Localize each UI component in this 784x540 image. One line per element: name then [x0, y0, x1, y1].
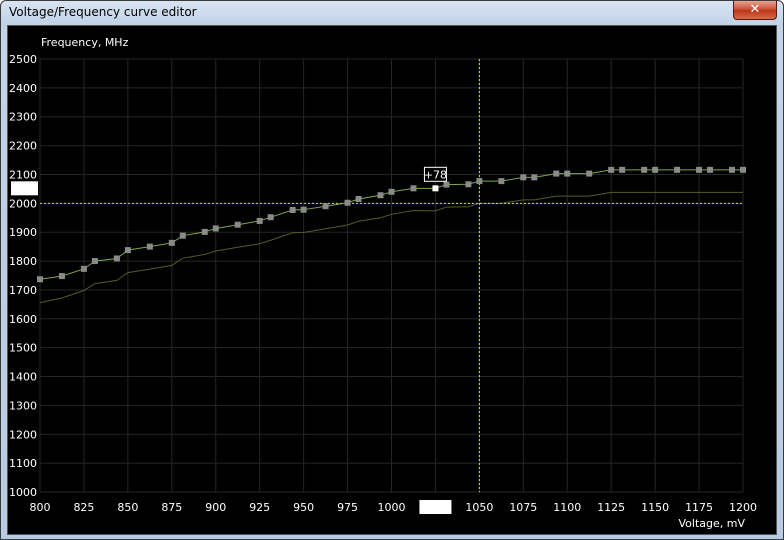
offset-label: +78 [424, 168, 447, 181]
y-tick-label: 2100 [9, 168, 37, 181]
curve-point[interactable] [234, 221, 241, 228]
close-icon: ✕ [749, 2, 761, 17]
x-tick-label: 1200 [729, 501, 757, 514]
curve-point[interactable] [201, 228, 208, 235]
curve-point[interactable] [696, 166, 703, 173]
title-bar[interactable]: Voltage/Frequency curve editor ✕ [1, 1, 783, 25]
y-tick-label: 1600 [9, 313, 37, 326]
curve-point[interactable] [652, 166, 659, 173]
y-readout-label: 2052 [11, 182, 39, 195]
curve-point[interactable] [355, 196, 362, 203]
curve-point[interactable] [146, 243, 153, 250]
curve-point[interactable] [37, 276, 43, 283]
y-tick-label: 2500 [9, 53, 37, 66]
y-tick-label: 1200 [9, 428, 37, 441]
y-tick-label: 1700 [9, 284, 37, 297]
curve-point[interactable] [168, 239, 175, 246]
curve-point[interactable] [641, 166, 648, 173]
curve-point[interactable] [619, 166, 626, 173]
curve-point[interactable] [289, 206, 296, 213]
curve-point[interactable] [608, 166, 615, 173]
curve-point[interactable] [564, 170, 571, 177]
curve-editor-canvas[interactable]: Frequency, MHz Voltage, mV 1000 1100 1200 130… [7, 25, 777, 535]
x-tick-label: 925 [249, 501, 270, 514]
x-tick-label: 1150 [641, 501, 669, 514]
curve-point[interactable] [344, 199, 351, 206]
curve-point[interactable] [322, 203, 329, 210]
curve-point[interactable] [476, 178, 483, 185]
curve-point[interactable] [377, 192, 384, 199]
x-tick-label: 1125 [597, 501, 625, 514]
x-tick-label: 800 [30, 501, 51, 514]
y-axis-title: Frequency, MHz [41, 36, 129, 49]
y-tick-label: 1900 [9, 226, 37, 239]
y-tick-label: 1500 [9, 342, 37, 355]
x-tick-label: 1000 [378, 501, 406, 514]
editor-window: Voltage/Frequency curve editor ✕ Frequen… [0, 0, 784, 540]
curve-point[interactable] [80, 265, 87, 272]
curve-point[interactable] [531, 174, 538, 181]
curve-point[interactable] [443, 181, 450, 188]
y-tick-label: 2200 [9, 140, 37, 153]
curve-point[interactable] [300, 206, 307, 213]
x-readout-label: 1025 [421, 501, 449, 514]
y-tick-label: 1400 [9, 371, 37, 384]
curve-point[interactable] [267, 214, 274, 221]
y-tick-label: 2000 [9, 197, 37, 210]
y-tick-label: 1300 [9, 399, 37, 412]
x-tick-label: 1075 [509, 501, 537, 514]
curve-point[interactable] [586, 170, 593, 177]
selected-curve-point[interactable] [432, 185, 439, 192]
x-tick-label: 975 [337, 501, 358, 514]
window-title: Voltage/Frequency curve editor [9, 5, 197, 19]
curve-point[interactable] [674, 166, 681, 173]
curve-point[interactable] [707, 166, 714, 173]
curve-point[interactable] [465, 181, 472, 188]
close-button[interactable]: ✕ [733, 1, 777, 20]
x-tick-label: 875 [161, 501, 182, 514]
x-tick-label: 950 [293, 501, 314, 514]
x-tick-label: 1175 [685, 501, 713, 514]
curve-point[interactable] [553, 170, 560, 177]
curve-point[interactable] [410, 185, 417, 192]
curve-point[interactable] [256, 217, 263, 224]
curve-point[interactable] [91, 258, 98, 265]
curve-point[interactable] [498, 178, 505, 185]
x-tick-label: 850 [117, 501, 138, 514]
curve-point[interactable] [729, 166, 736, 173]
x-tick-label: 1050 [465, 501, 493, 514]
y-tick-label: 2300 [9, 111, 37, 124]
curve-point[interactable] [212, 225, 219, 232]
curve-point[interactable] [388, 188, 395, 195]
curve-point[interactable] [520, 174, 527, 181]
x-tick-label: 1100 [553, 501, 581, 514]
curve-point[interactable] [113, 255, 120, 262]
curve-point[interactable] [740, 166, 746, 173]
y-tick-label: 2400 [9, 82, 37, 95]
curve-point[interactable] [124, 247, 131, 254]
y-tick-label: 1800 [9, 255, 37, 268]
curve-point[interactable] [58, 273, 65, 280]
x-tick-label: 900 [205, 501, 226, 514]
curve-point[interactable] [179, 232, 186, 239]
x-tick-label: 825 [73, 501, 94, 514]
vf-curve-chart[interactable]: Frequency, MHz Voltage, mV 1000 1100 1200 130… [8, 26, 776, 534]
y-tick-label: 1000 [9, 486, 37, 499]
y-tick-label: 1100 [9, 457, 37, 470]
x-axis-title: Voltage, mV [679, 517, 746, 530]
